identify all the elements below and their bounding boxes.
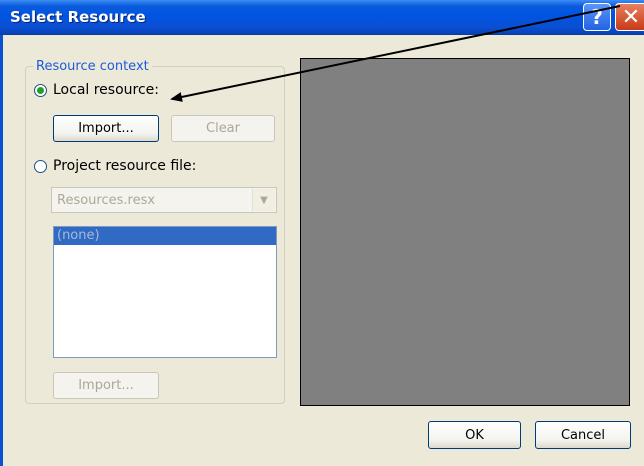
annotation-arrow	[170, 5, 621, 102]
